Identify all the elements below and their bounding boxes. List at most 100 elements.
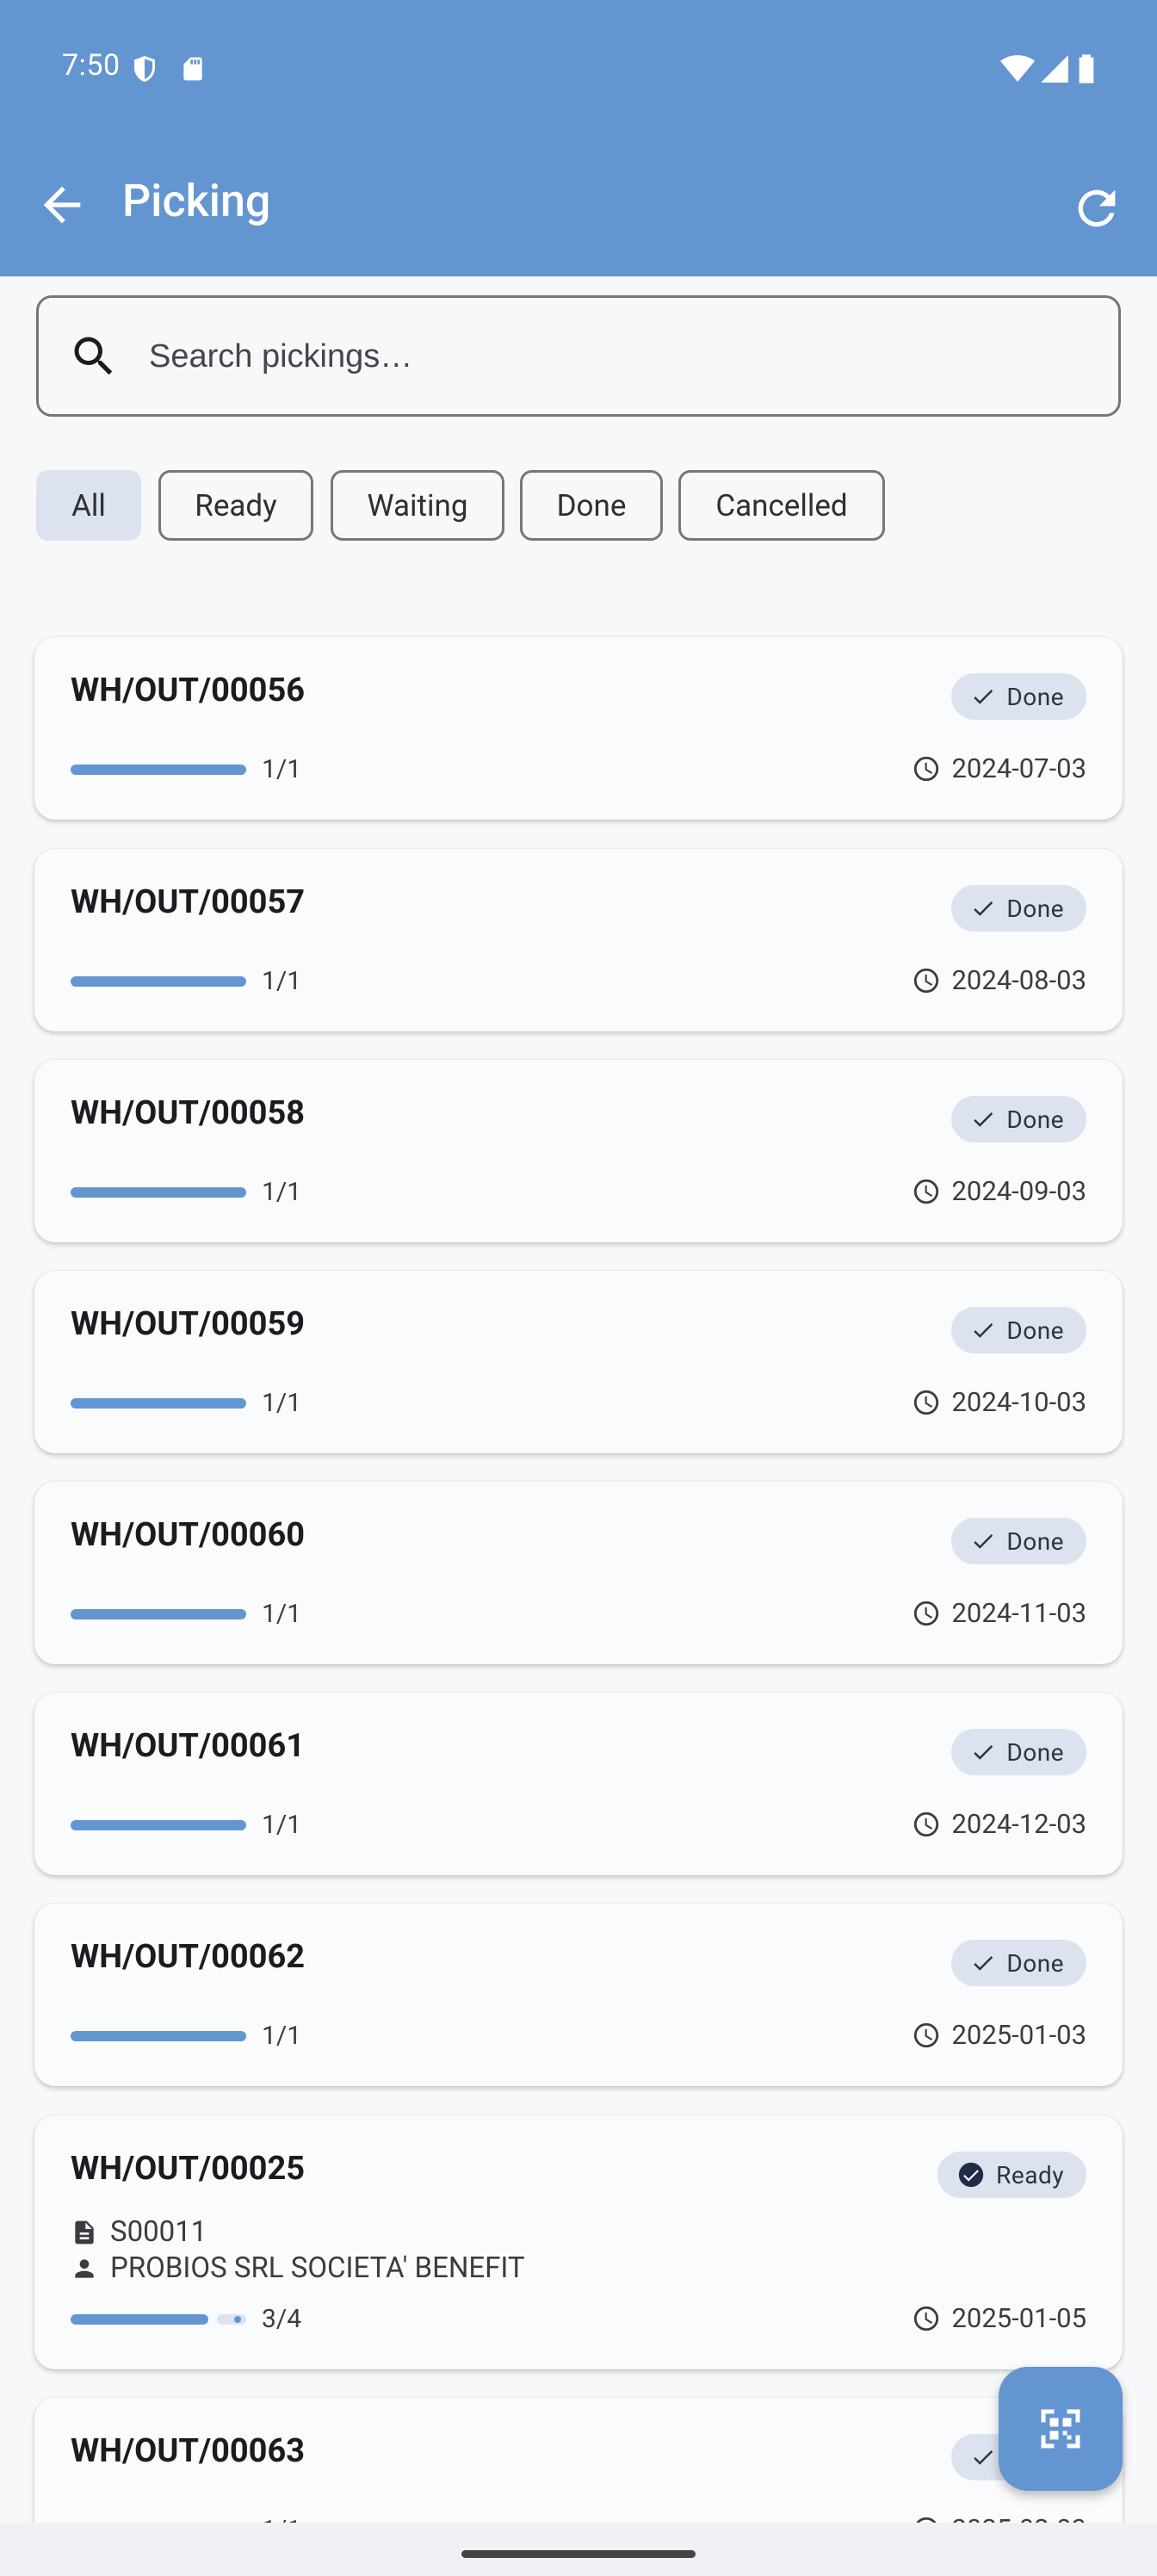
check-icon [974, 2450, 993, 2465]
document-icon [75, 2220, 94, 2244]
progress-bar [71, 1398, 246, 1409]
status-badge: Done [951, 1940, 1086, 1986]
cell-signal-icon [1041, 55, 1068, 83]
picking-reference: WH/OUT/00063 [71, 2432, 306, 2470]
picking-reference: WH/OUT/00057 [71, 883, 306, 921]
status-badge: Done [951, 885, 1086, 932]
shield-icon [134, 56, 155, 82]
filter-chip-cancelled[interactable]: Cancelled [678, 470, 885, 541]
picking-card[interactable]: WH/OUT/00057 Done 1/1 2024-08-03 [34, 849, 1123, 1031]
picking-card[interactable]: WH/OUT/00061 Done 1/1 2024-12-03 [34, 1693, 1123, 1875]
date-label: 2025-01-05 [951, 2302, 1086, 2334]
date-label: 2024-10-03 [951, 1386, 1086, 1418]
progress-bar [71, 1609, 246, 1619]
picking-date: 2024-08-03 [912, 964, 1086, 996]
filter-chip-label: Waiting [367, 487, 468, 523]
status-bar: 7:50 [0, 0, 1157, 138]
check-icon [974, 690, 993, 704]
picking-card[interactable]: WH/OUT/00059 Done 1/1 2024-10-03 [34, 1271, 1123, 1453]
status-badge: Done [951, 1096, 1086, 1142]
picking-card[interactable]: WH/OUT/00062 Done 1/1 2025-01-03 [34, 1904, 1123, 2086]
status-label: Ready [996, 2160, 1064, 2189]
status-label: Done [1006, 1105, 1064, 1134]
clock-icon [914, 756, 939, 781]
clock-icon [914, 1601, 939, 1625]
check-icon [974, 1956, 993, 1971]
search-input[interactable] [149, 324, 1079, 389]
picking-partner: PROBIOS SRL SOCIETA' BENEFIT [71, 2251, 525, 2285]
wifi-icon [1000, 55, 1035, 82]
date-label: 2025-01-03 [951, 2019, 1086, 2051]
picking-card[interactable]: WH/OUT/00060 Done 1/1 2024-11-03 [34, 1482, 1123, 1664]
picking-date: 2025-01-05 [912, 2302, 1086, 2334]
clock-icon [914, 2022, 939, 2047]
app-bar: 7:50 Picking [0, 0, 1157, 276]
progress-fill [71, 2314, 208, 2325]
filter-chip-label: Done [556, 487, 627, 523]
filter-chip-label: Cancelled [715, 487, 848, 523]
home-gesture-handle[interactable] [461, 2550, 696, 2558]
progress-bar [71, 1187, 246, 1198]
filter-chip-label: All [71, 487, 106, 523]
clock-icon [914, 1390, 939, 1415]
date-label: 2024-08-03 [951, 964, 1086, 996]
picking-card[interactable]: WH/OUT/00025 Ready S00011 PROBIOS SRL SO… [34, 2115, 1123, 2369]
check-icon [974, 1745, 993, 1760]
check-icon [974, 1112, 993, 1127]
picking-card[interactable]: WH/OUT/00056 Done 1/1 2024-07-03 [34, 637, 1123, 820]
picking-quantity: 1/1 [262, 754, 302, 784]
picking-date: 2024-12-03 [912, 1808, 1086, 1840]
picking-card[interactable]: WH/OUT/00058 Done 1/1 2024-09-03 [34, 1060, 1123, 1242]
picking-quantity: 1/1 [262, 1177, 302, 1207]
check-icon [974, 1534, 993, 1549]
status-badge: Done [951, 1729, 1086, 1775]
picking-reference: WH/OUT/00059 [71, 1305, 306, 1343]
status-label: Done [1006, 1948, 1064, 1978]
picking-date: 2024-10-03 [912, 1386, 1086, 1418]
filter-chip-waiting[interactable]: Waiting [331, 470, 504, 541]
person-icon [75, 2258, 94, 2278]
filter-chip-all[interactable]: All [36, 470, 141, 541]
status-badge: Done [951, 673, 1086, 720]
status-label: Done [1006, 1526, 1064, 1556]
search-icon [74, 337, 113, 375]
clock-icon [914, 1179, 939, 1204]
battery-icon [1079, 54, 1094, 84]
progress-remaining [217, 2314, 246, 2325]
picking-origin: S00011 [71, 2215, 207, 2249]
refresh-icon[interactable] [1069, 181, 1124, 236]
date-label: 2024-07-03 [951, 752, 1086, 784]
check-circle-icon [958, 2162, 984, 2188]
progress-bar [71, 2314, 246, 2325]
picking-date: 2024-09-03 [912, 1175, 1086, 1207]
sd-card-icon [183, 57, 202, 81]
picking-date: 2025-01-03 [912, 2019, 1086, 2051]
progress-bar [71, 765, 246, 775]
scan-fab-button[interactable] [999, 2367, 1123, 2491]
status-label: Done [1006, 894, 1064, 923]
status-label: Done [1006, 682, 1064, 711]
back-arrow-icon[interactable] [34, 177, 90, 232]
origin-label: S00011 [110, 2215, 207, 2249]
status-label: Done [1006, 1316, 1064, 1345]
date-label: 2024-12-03 [951, 1808, 1086, 1840]
clock-icon [914, 968, 939, 993]
picking-quantity: 1/1 [262, 1810, 302, 1840]
filter-chip-label: Ready [195, 487, 277, 523]
filter-chip-ready[interactable]: Ready [158, 470, 313, 541]
picking-reference: WH/OUT/00025 [71, 2150, 306, 2188]
progress-bar [71, 976, 246, 987]
picking-quantity: 1/1 [262, 2021, 302, 2051]
picking-quantity: 1/1 [262, 1388, 302, 1418]
system-nav-bar [0, 2523, 1157, 2576]
search-field[interactable] [36, 295, 1121, 417]
picking-quantity: 3/4 [262, 2304, 302, 2334]
page-title: Picking [122, 175, 271, 227]
picking-reference: WH/OUT/00060 [71, 1516, 306, 1554]
status-badge: Done [951, 1518, 1086, 1564]
picking-reference: WH/OUT/00061 [71, 1727, 306, 1765]
picking-reference: WH/OUT/00056 [71, 672, 306, 709]
status-badge: Ready [937, 2152, 1086, 2198]
filter-chip-done[interactable]: Done [520, 470, 663, 541]
qr-scan-icon [1041, 2409, 1080, 2449]
